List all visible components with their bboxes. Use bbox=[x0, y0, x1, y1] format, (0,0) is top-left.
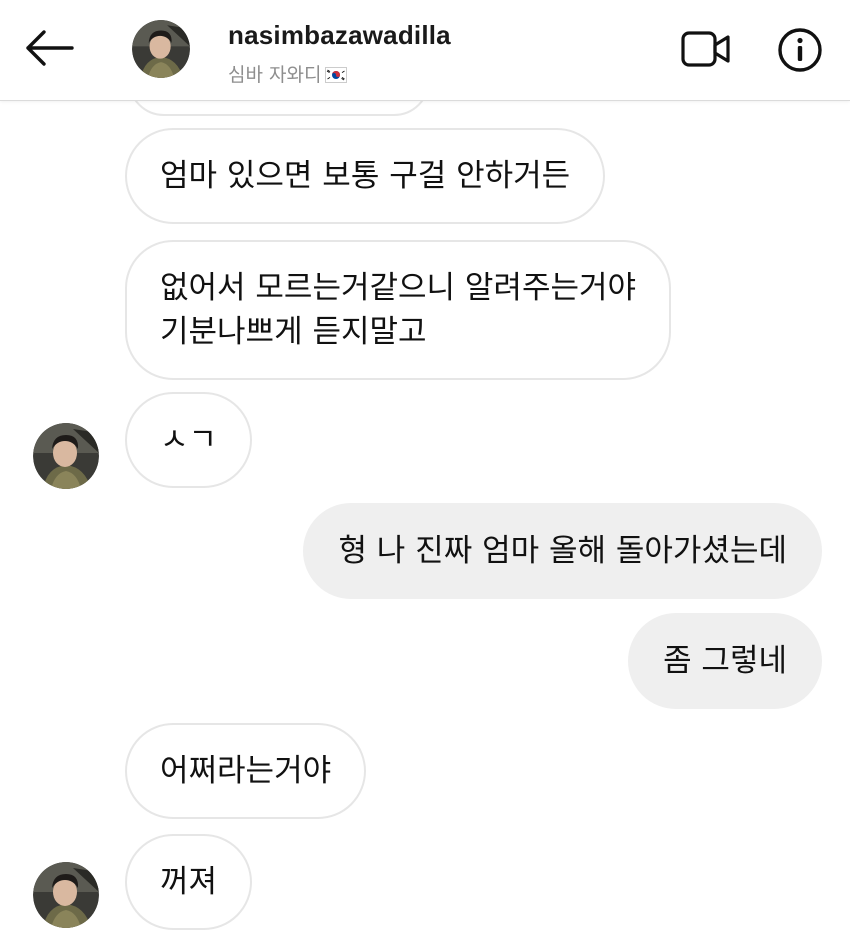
message-text: 좀 그렇네 bbox=[663, 643, 787, 679]
message-bubble[interactable]: ㅅㄱ bbox=[125, 392, 253, 488]
message-thread[interactable]: 엄마 있으면 보통 구걸 안하거든 없어서 모르는거같으니 알려주는거야 기분나… bbox=[0, 0, 850, 934]
back-button[interactable] bbox=[18, 22, 80, 78]
chat-header: nasimbazawadilla 심바 자와디 bbox=[0, 0, 850, 101]
message-text: 꺼져 bbox=[160, 864, 218, 900]
message-bubble-sent[interactable]: 형 나 진짜 엄마 올해 돌아가셨는데 bbox=[303, 503, 822, 599]
avatar[interactable] bbox=[33, 862, 99, 928]
message-text: 엄마 있으면 보통 구걸 안하거든 bbox=[160, 158, 571, 194]
username[interactable]: nasimbazawadilla bbox=[228, 20, 451, 51]
avatar[interactable] bbox=[33, 423, 99, 489]
south-korea-flag-icon bbox=[325, 66, 348, 83]
message-text: 어쩌라는거야 bbox=[160, 753, 332, 789]
display-name: 심바 자와디 bbox=[228, 60, 348, 87]
message-text: 형 나 진짜 엄마 올해 돌아가셨는데 bbox=[338, 533, 787, 569]
info-icon bbox=[776, 26, 824, 78]
arrow-left-icon bbox=[22, 28, 76, 72]
message-bubble[interactable]: 어쩌라는거야 bbox=[125, 723, 367, 819]
message-bubble[interactable]: 꺼져 bbox=[125, 834, 253, 930]
header-avatar[interactable] bbox=[132, 20, 190, 78]
info-button[interactable] bbox=[772, 24, 828, 80]
message-text-line: 없어서 모르는거같으니 알려주는거야 bbox=[160, 270, 637, 306]
message-text-line: 기분나쁘게 듣지말고 bbox=[160, 314, 427, 350]
message-bubble-sent[interactable]: 좀 그렇네 bbox=[628, 613, 822, 709]
display-name-text: 심바 자와디 bbox=[228, 64, 322, 86]
video-call-icon bbox=[680, 29, 732, 73]
message-bubble[interactable]: 없어서 모르는거같으니 알려주는거야 기분나쁘게 듣지말고 bbox=[125, 240, 672, 380]
message-text: ㅅㄱ bbox=[160, 422, 218, 458]
message-bubble[interactable]: 엄마 있으면 보통 구걸 안하거든 bbox=[125, 128, 606, 224]
video-call-button[interactable] bbox=[676, 26, 736, 76]
